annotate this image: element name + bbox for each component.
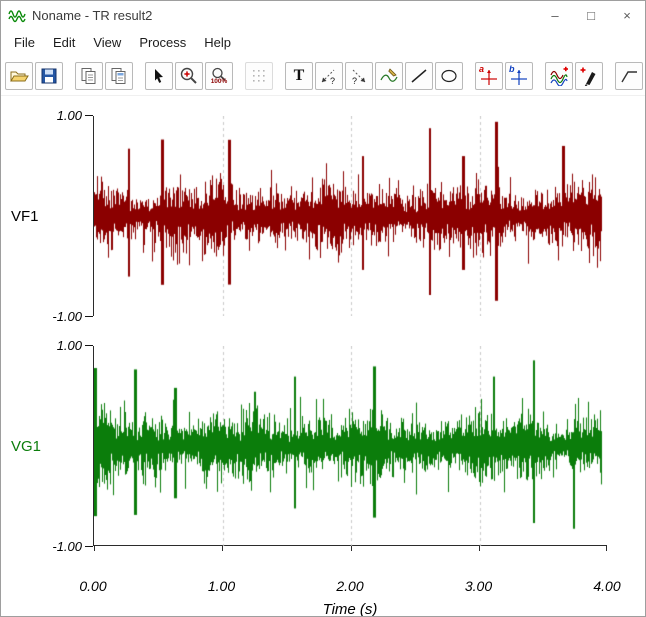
vf1-ytick-top: 1.00 — [57, 108, 93, 123]
menu-bar: File Edit View Process Help — [1, 29, 645, 56]
svg-text:?: ? — [352, 76, 357, 86]
toolbar: 100% T ? ? a b — [1, 56, 645, 96]
copy-pages-icon — [79, 67, 99, 85]
x-tick-label: 3.00 — [464, 578, 493, 594]
line-icon — [409, 66, 429, 86]
pen-plus-icon — [579, 66, 599, 86]
curve-label-icon — [379, 66, 399, 86]
plot-area: 1.00 VF1 -1.00 1.00 VG1 -1.00 0.00 1.00 … — [1, 96, 645, 617]
open-button[interactable] — [5, 61, 33, 90]
probe-pen-button[interactable] — [575, 61, 603, 90]
vg1-ytick-bottom: -1.00 — [52, 539, 93, 554]
tick-dash — [85, 546, 93, 547]
window-title: Noname - TR result2 — [32, 7, 153, 23]
interval-cursor-icon: ? — [349, 66, 369, 86]
vf1-plotbox — [93, 116, 608, 316]
ellipse-tool-button[interactable] — [435, 61, 463, 90]
x-tick-mark — [478, 546, 480, 551]
x-tick-mark — [350, 546, 352, 551]
paste-pages-icon — [109, 67, 129, 85]
vg1-ytick-top-label: 1.00 — [56, 338, 82, 353]
x-tick-mark — [606, 546, 607, 551]
vg1-series-label: VG1 — [11, 437, 42, 455]
menu-help[interactable]: Help — [195, 31, 240, 54]
zoom-100-label: 100% — [210, 77, 228, 85]
grid-dots-icon — [251, 68, 267, 84]
paste-special-button[interactable] — [105, 61, 133, 90]
grid-button[interactable] — [245, 61, 273, 90]
zoom-in-button[interactable] — [175, 61, 203, 90]
vf1-chart: 1.00 VF1 -1.00 — [1, 108, 645, 324]
svg-text:?: ? — [330, 76, 335, 86]
tick-dash — [85, 316, 93, 317]
minimize-button[interactable]: – — [537, 1, 573, 29]
vf1-ytick-top-label: 1.00 — [56, 108, 82, 123]
vg1-ytick-top: 1.00 — [57, 338, 93, 353]
curve-label-button[interactable] — [375, 61, 403, 90]
arrow-cursor-icon — [150, 67, 168, 85]
ellipse-icon — [439, 66, 459, 86]
interval-cursor-icon: ? — [319, 66, 339, 86]
x-tick-label: 0.00 — [79, 578, 107, 594]
x-tick-mark — [94, 546, 95, 551]
step-marker-button[interactable] — [615, 61, 643, 90]
marker-a-letter: a — [479, 63, 485, 74]
marker-b-button[interactable]: b — [505, 61, 533, 90]
menu-file[interactable]: File — [5, 31, 44, 54]
tick-dash — [85, 345, 93, 346]
save-button[interactable] — [35, 61, 63, 90]
zoom-100-button[interactable]: 100% — [205, 61, 233, 90]
app-window: Noname - TR result2 – □ × File Edit View… — [0, 0, 646, 617]
x-tick-label: 1.00 — [207, 578, 236, 594]
vg1-ytick-bottom-label: -1.00 — [52, 539, 82, 554]
vg1-plotbox — [93, 346, 608, 551]
maximize-button[interactable]: □ — [573, 1, 609, 29]
select-cursor-button[interactable] — [145, 61, 173, 90]
vg1-chart: 1.00 VG1 -1.00 — [1, 338, 645, 554]
app-icon — [8, 8, 26, 23]
add-curve-button[interactable] — [545, 61, 573, 90]
step-icon — [619, 67, 639, 85]
x-axis-labels: 0.00 1.00 2.00 3.00 4.00 — [79, 576, 620, 598]
tick-dash — [85, 115, 93, 116]
x-tick-label: 4.00 — [593, 578, 621, 594]
menu-edit[interactable]: Edit — [44, 31, 84, 54]
vf1-axis-gutter: 1.00 VF1 -1.00 — [1, 108, 93, 324]
zoom-in-magnifier-icon — [179, 66, 199, 86]
curves-plus-icon — [549, 66, 569, 86]
vf1-waveform-canvas — [94, 116, 608, 316]
title-bar: Noname - TR result2 – □ × — [1, 1, 645, 29]
marker-a-button[interactable]: a — [475, 61, 503, 90]
vg1-axis-gutter: 1.00 VG1 -1.00 — [1, 338, 93, 554]
close-button[interactable]: × — [609, 1, 645, 29]
interval-cursor-2-button[interactable]: ? — [345, 61, 373, 90]
marker-b-letter: b — [509, 63, 515, 74]
vf1-series-label: VF1 — [11, 207, 39, 225]
menu-process[interactable]: Process — [130, 31, 195, 54]
x-tick-mark — [222, 546, 224, 551]
floppy-icon — [40, 67, 58, 85]
vf1-ytick-bottom: -1.00 — [52, 309, 93, 324]
interval-cursor-1-button[interactable]: ? — [315, 61, 343, 90]
text-tool-icon: T — [293, 66, 305, 84]
vf1-ytick-bottom-label: -1.00 — [52, 309, 82, 324]
vg1-waveform-canvas — [94, 346, 608, 546]
x-axis-title: Time (s) — [322, 601, 378, 617]
menu-view[interactable]: View — [84, 31, 130, 54]
x-tick-label: 2.00 — [336, 578, 364, 594]
copy-button[interactable] — [75, 61, 103, 90]
text-tool-button[interactable]: T — [285, 61, 313, 90]
window-controls: – □ × — [537, 1, 645, 29]
line-tool-button[interactable] — [405, 61, 433, 90]
open-folder-icon — [9, 68, 29, 84]
